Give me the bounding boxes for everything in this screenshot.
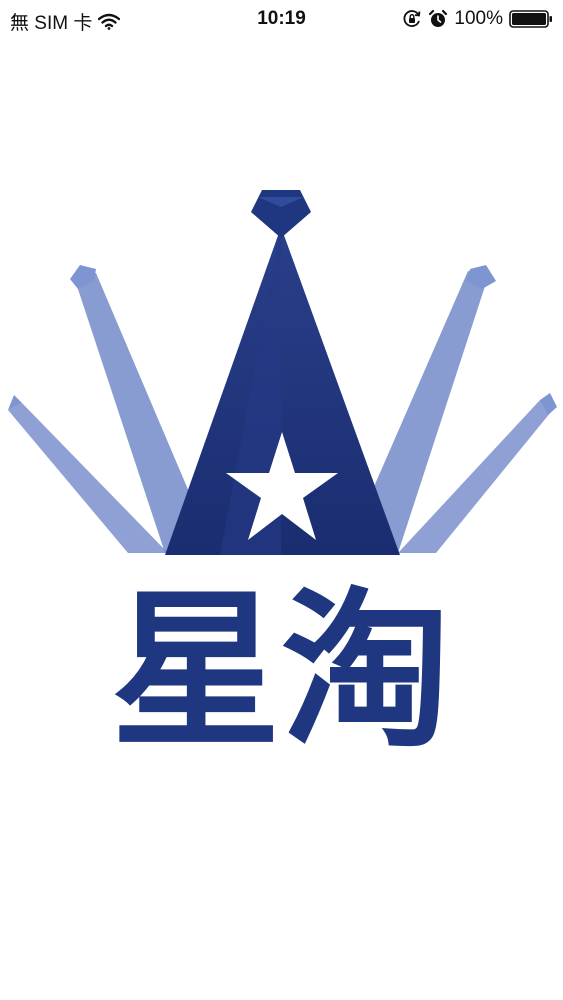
orientation-lock-icon <box>402 9 422 29</box>
status-bar: 無 SIM 卡 10:19 100% <box>0 0 563 38</box>
battery-icon <box>509 9 553 29</box>
logo-text: 星淘 <box>111 573 451 760</box>
status-right: 100% <box>402 8 553 30</box>
battery-percent-label: 100% <box>454 8 503 29</box>
app-logo: 星淘 <box>8 190 557 760</box>
battery-level-fill <box>512 13 546 25</box>
alarm-icon <box>428 9 448 29</box>
